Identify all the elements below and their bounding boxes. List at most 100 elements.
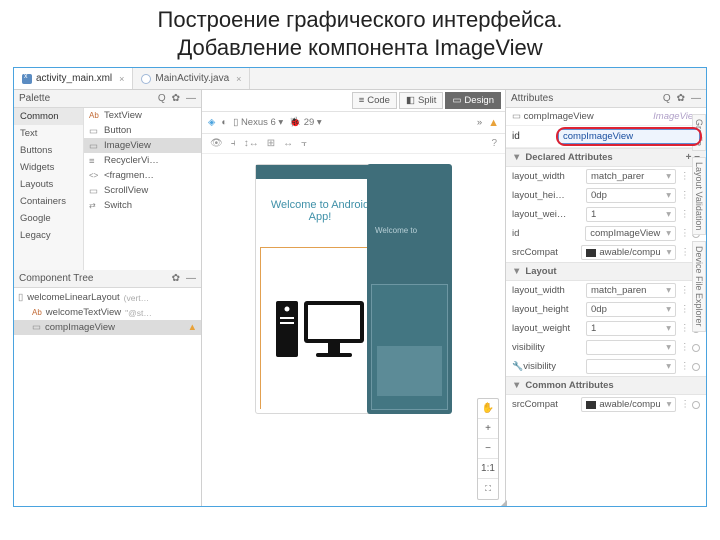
gear-icon[interactable]: ✿ (677, 93, 685, 104)
attr-value-field[interactable]: match_paren▾ (586, 283, 676, 298)
binding-indicator[interactable] (692, 401, 700, 409)
binding-indicator[interactable] (692, 344, 700, 352)
tool-icon[interactable]: ⫟ (301, 138, 307, 149)
warning-icon[interactable]: ▲ (488, 117, 499, 129)
tree-item-welcomelinearlayout[interactable]: ▯ welcomeLinearLayout (vert… (14, 290, 201, 305)
more-handle[interactable]: ⋮ (680, 361, 688, 372)
more-handle[interactable]: ⋮ (680, 247, 688, 258)
design-canvas[interactable]: Welcome to Android App! (202, 154, 505, 506)
gear-icon[interactable]: ✿ (172, 93, 180, 104)
more-handle[interactable]: ⋮ (680, 228, 688, 239)
attr-value-field[interactable]: match_parer▾ (586, 169, 676, 184)
more-handle[interactable]: ⋮ (680, 285, 688, 296)
declared-attributes-header[interactable]: ▼Declared Attributes + − (506, 148, 706, 167)
palette-item-textview[interactable]: AbTextView (84, 108, 201, 123)
binding-indicator[interactable] (692, 363, 700, 371)
more-handle[interactable]: ⋮ (680, 304, 688, 315)
attr-value-field[interactable]: compImageView▾ (585, 226, 676, 241)
zoom-1-1-button[interactable]: 1:1 (478, 459, 498, 479)
palette-cat-common[interactable]: Common (14, 108, 83, 125)
gear-icon[interactable]: ✿ (172, 273, 180, 284)
resize-handle[interactable] (495, 496, 507, 507)
split-mode-button[interactable]: ◧Split (399, 92, 443, 109)
imageview-preview[interactable] (260, 247, 380, 409)
tab-mainactivity[interactable]: MainActivity.java × (133, 68, 250, 89)
palette-cat-legacy[interactable]: Legacy (14, 227, 83, 244)
more-icon[interactable]: » (477, 117, 482, 128)
dropdown-icon[interactable]: ▾ (666, 228, 671, 239)
palette-item-switch[interactable]: ⇄Switch (84, 198, 201, 213)
code-mode-icon: ≡ (359, 95, 365, 106)
palette-cat-layouts[interactable]: Layouts (14, 176, 83, 193)
tool-icon[interactable]: ⊞ (267, 138, 275, 149)
tree-item-welcometextview[interactable]: Ab welcomeTextView "@st… (14, 305, 201, 320)
dropdown-icon[interactable]: ▾ (666, 171, 671, 182)
id-field[interactable]: compImageView (558, 129, 700, 144)
more-handle[interactable]: ⋮ (680, 209, 688, 220)
close-icon[interactable]: × (236, 74, 241, 84)
palette-cat-widgets[interactable]: Widgets (14, 159, 83, 176)
add-icon[interactable]: + (686, 152, 692, 163)
more-handle[interactable]: ⋮ (680, 342, 688, 353)
dropdown-icon[interactable]: ▾ (666, 323, 671, 334)
tab-activity-main[interactable]: activity_main.xml × (14, 68, 133, 89)
attr-value-field[interactable]: awable/compu▾ (581, 245, 676, 260)
layout-section-header[interactable]: ▼Layout (506, 262, 706, 281)
attr-value-field[interactable]: ▾ (586, 359, 676, 374)
palette-item-button[interactable]: ▭Button (84, 123, 201, 138)
attr-value-field[interactable]: ▾ (586, 340, 676, 355)
palette-cat-buttons[interactable]: Buttons (14, 142, 83, 159)
palette-cat-google[interactable]: Google (14, 210, 83, 227)
device-file-explorer-tool-button[interactable]: Device File Explorer (692, 241, 706, 332)
palette-item-fragment[interactable]: <><fragmen… (84, 168, 201, 183)
help-icon[interactable]: ? (491, 138, 497, 149)
tool-icon[interactable]: ⫞ (231, 138, 236, 149)
view-options-icon[interactable]: ◈ (208, 117, 215, 128)
api-select[interactable]: 🐞 29 ▾ (289, 117, 321, 128)
attr-value-field[interactable]: awable/compu▾ (581, 397, 676, 412)
orientation-icon[interactable]: ◐ (221, 117, 227, 128)
palette-item-recyclerview[interactable]: ≡RecyclerVi… (84, 153, 201, 168)
palette-item-imageview[interactable]: ▭ImageView (84, 138, 201, 153)
pan-button[interactable]: ✋ (478, 399, 498, 419)
dropdown-icon[interactable]: ▾ (666, 342, 671, 353)
common-attributes-header[interactable]: ▼Common Attributes (506, 376, 706, 395)
tree-item-compimageview[interactable]: ▭ compImageView ▲ (14, 320, 201, 335)
collapse-icon[interactable]: — (186, 93, 196, 104)
tool-icon[interactable]: ↔ (283, 138, 293, 149)
dropdown-icon[interactable]: ▾ (666, 361, 671, 372)
dropdown-icon[interactable]: ▾ (666, 285, 671, 296)
warning-icon[interactable]: ▲ (188, 322, 197, 333)
more-handle[interactable]: ⋮ (680, 399, 688, 410)
dropdown-icon[interactable]: ▾ (666, 304, 671, 315)
zoom-out-button[interactable]: − (478, 439, 498, 459)
tool-icon[interactable]: ↕↔ (244, 138, 259, 149)
collapse-icon[interactable]: — (186, 273, 196, 284)
palette-cat-containers[interactable]: Containers (14, 193, 83, 210)
search-icon[interactable]: Q (158, 93, 166, 104)
attr-value-field[interactable]: 1▾ (586, 321, 676, 336)
device-select[interactable]: ▯ Nexus 6 ▾ (233, 117, 283, 128)
attr-value-field[interactable]: 0dp▾ (586, 188, 676, 203)
palette-cat-text[interactable]: Text (14, 125, 83, 142)
palette-item-scrollview[interactable]: ▭ScrollView (84, 183, 201, 198)
more-handle[interactable]: ⋮ (680, 323, 688, 334)
dropdown-icon[interactable]: ▾ (666, 190, 671, 201)
search-icon[interactable]: Q (663, 93, 671, 104)
dropdown-icon[interactable]: ▾ (667, 399, 672, 410)
dropdown-icon[interactable]: ▾ (666, 209, 671, 220)
design-preview[interactable]: Welcome to Android App! (255, 164, 385, 414)
attr-value-field[interactable]: 1▾ (586, 207, 676, 222)
layout-validation-tool-button[interactable]: Layout Validation (692, 157, 706, 235)
eye-icon[interactable]: 👁 (210, 138, 223, 149)
more-handle[interactable]: ⋮ (680, 171, 688, 182)
close-icon[interactable]: × (119, 74, 124, 84)
collapse-icon[interactable]: — (691, 93, 701, 104)
attr-value-field[interactable]: 0dp▾ (586, 302, 676, 317)
more-handle[interactable]: ⋮ (680, 190, 688, 201)
code-mode-button[interactable]: ≡Code (352, 92, 397, 109)
dropdown-icon[interactable]: ▾ (667, 247, 672, 258)
design-mode-button[interactable]: ▭Design (445, 92, 501, 109)
zoom-in-button[interactable]: + (478, 419, 498, 439)
blueprint-preview[interactable]: Welcome to (367, 164, 452, 414)
